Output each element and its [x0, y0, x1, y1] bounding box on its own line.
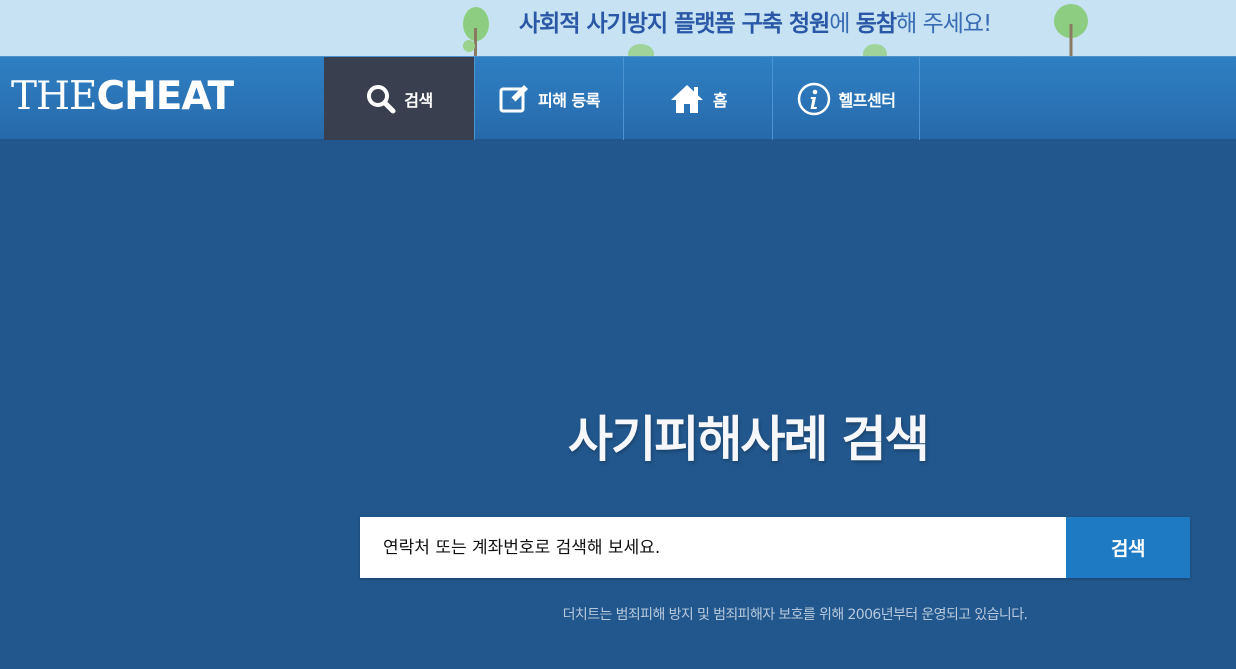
- nav-home[interactable]: 홈: [623, 57, 772, 140]
- tree-icon: [1054, 4, 1088, 56]
- nav-report-damage[interactable]: 피해 등록: [474, 57, 623, 140]
- nav-help-center-label: 헬프센터: [838, 90, 896, 110]
- page-title: 사기피해사례 검색: [568, 411, 930, 468]
- logo-text-bold: CHEAT: [96, 74, 235, 119]
- tree-icon: [463, 7, 489, 56]
- nav-report-damage-label: 피해 등록: [538, 90, 600, 110]
- banner-text-part: 에: [829, 11, 856, 37]
- nav-search-label: 검색: [404, 90, 433, 110]
- search-input[interactable]: [360, 517, 1066, 578]
- main-navbar: THECHEAT 검색 피해 등록 홈 헬프센터: [0, 56, 1236, 140]
- search-icon: [366, 84, 396, 114]
- petition-banner[interactable]: 사회적 사기방지 플랫폼 구축 청원에 동참해 주세요!: [0, 0, 1236, 56]
- logo-text-thin: THE: [11, 74, 97, 119]
- bush-icon: [863, 44, 887, 56]
- banner-text-part: 동참: [855, 11, 897, 37]
- banner-text: 사회적 사기방지 플랫폼 구축 청원에 동참해 주세요!: [519, 8, 992, 40]
- site-tagline: 더치트는 범죄피해 방지 및 범죄피해자 보호를 위해 2006년부터 운영되고…: [562, 607, 1028, 623]
- nav-search[interactable]: 검색: [324, 57, 474, 140]
- info-icon: [797, 82, 831, 116]
- banner-text-part: 사회적 사기방지 플랫폼 구축 청원: [519, 11, 830, 37]
- home-icon: [669, 83, 705, 115]
- banner-text-part: 해 주세요!: [896, 11, 992, 37]
- bush-icon: [628, 44, 654, 56]
- edit-icon: [498, 83, 530, 115]
- site-logo[interactable]: THECHEAT: [11, 73, 235, 121]
- nav-help-center[interactable]: 헬프센터: [772, 57, 920, 140]
- search-form: 검색: [360, 517, 1190, 578]
- search-button[interactable]: 검색: [1066, 517, 1190, 578]
- nav-home-label: 홈: [712, 90, 728, 110]
